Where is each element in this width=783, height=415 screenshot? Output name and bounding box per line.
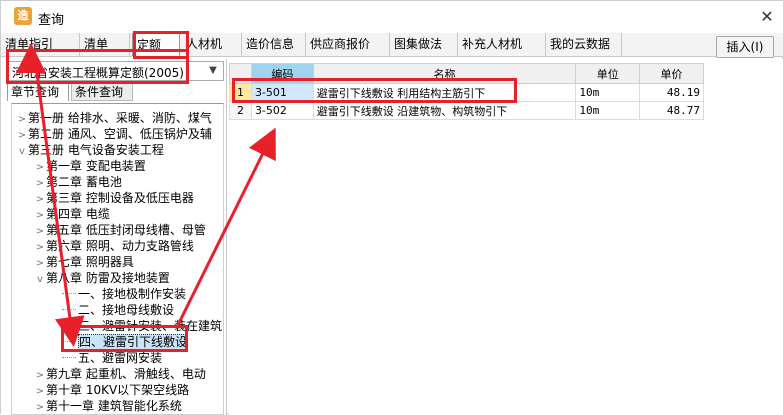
tree-item[interactable]: > 第四章 电缆 [34,206,110,222]
row-name[interactable]: 避雷引下线敷设 利用结构主筋引下 [312,83,577,102]
tab-condition-query[interactable]: 条件查询 [71,83,133,101]
tab-supplement-material[interactable]: 补充人材机 [458,33,546,57]
window-title: 查询 [38,13,65,28]
tree-item[interactable]: > 第二册 通风、空调、低压锅炉及辅 [16,126,212,142]
tree-item[interactable]: 三、避雷针安装、装在建筑 [62,318,222,334]
tab-chapter-query[interactable]: 章节查询 [7,83,69,101]
tree-item-selected[interactable]: 四、避雷引下线敷设 [62,334,189,350]
tree-item[interactable]: 二、接地母线敷设 [62,302,174,318]
app-icon: 造 [14,7,32,25]
tree-item[interactable]: > 第三章 控制设备及低压电器 [34,190,194,206]
quota-list-panel: 编码 名称 单位 单价 1 3-501 避雷引下线敷设 利用结构主筋引下 10m… [229,59,783,415]
quota-library-value: 河北省安装工程概算定额(2005) [12,66,184,80]
insert-button[interactable]: 插入(I) [716,36,774,58]
tree-item[interactable]: > 第十章 10KV以下架空线路 [34,382,189,398]
chapter-tree: > 第一册 给排水、采暖、消防、煤气 > 第二册 通风、空调、低压锅炉及辅 v 第三册… [11,103,224,415]
expand-icon[interactable]: > [34,400,46,414]
col-unit-header[interactable]: 单位 [575,63,641,84]
tree-item[interactable]: v 第八章 防雷及接地装置 [34,270,170,286]
row-index: 2 [229,101,252,120]
tree-item[interactable]: > 第七章 照明器具 [34,254,134,270]
title-bar: 造 查询 ✕ [1,1,783,33]
collapse-icon[interactable]: v [34,272,46,288]
tree-item[interactable]: > 第十一章 建筑智能化系统 [34,398,182,414]
tab-quota[interactable]: 定额 [132,33,180,57]
row-name[interactable]: 避雷引下线敷设 沿建筑物、构筑物引下 [312,101,577,120]
tree-item[interactable]: v 第三册 电气设备安装工程 [16,142,164,158]
quota-table: 编码 名称 单位 单价 1 3-501 避雷引下线敷设 利用结构主筋引下 10m… [229,63,704,120]
table-row[interactable]: 2 3-502 避雷引下线敷设 沿建筑物、构筑物引下 10m 48.77 [229,101,704,120]
row-index: 1 [229,83,252,102]
tab-cost-info[interactable]: 造价信息 [242,33,306,57]
row-price[interactable]: 48.77 [639,101,704,120]
tree-item[interactable]: > 第五章 低压封闭母线槽、母管 [34,222,206,238]
row-unit[interactable]: 10m [575,83,641,102]
row-price[interactable]: 48.19 [639,83,704,102]
close-icon[interactable]: ✕ [756,6,778,28]
row-code[interactable]: 3-501 [250,83,314,102]
row-code[interactable]: 3-502 [250,101,314,120]
tab-labor-material-machine[interactable]: 人材机 [182,33,242,57]
tree-item[interactable]: > 第二章 蓄电池 [34,174,122,190]
tab-bill-guide[interactable]: 清单指引 [1,33,80,57]
tree-item[interactable]: > 第一册 给排水、采暖、消防、煤气 [16,110,212,126]
col-price-header[interactable]: 单价 [639,63,704,84]
col-code-header[interactable]: 编码 [250,63,314,84]
table-header-row: 编码 名称 单位 单价 [229,63,704,84]
tab-atlas-method[interactable]: 图集做法 [390,33,458,57]
tree-item[interactable]: 五、避雷网安装 [62,350,162,366]
col-index-header [229,63,252,84]
query-window: 造 查询 ✕ 清单指引 清单 定额 人材机 造价信息 供应商报价 图集做法 补充… [0,0,783,415]
tree-item[interactable]: 一、接地极制作安装 [62,286,186,302]
left-panel: 河北省安装工程概算定额(2005) ▼ 章节查询 条件查询 > 第一册 给排水、采… [1,59,227,415]
collapse-icon[interactable]: v [16,144,28,160]
subtab-strip: 章节查询 条件查询 [7,83,224,101]
chevron-down-icon[interactable]: ▼ [205,62,221,80]
table-row[interactable]: 1 3-501 避雷引下线敷设 利用结构主筋引下 10m 48.19 [229,83,704,102]
row-unit[interactable]: 10m [575,101,641,120]
tab-bill[interactable]: 清单 [80,33,130,57]
col-name-header[interactable]: 名称 [312,63,577,84]
quota-library-select[interactable]: 河北省安装工程概算定额(2005) ▼ [7,61,224,81]
tab-my-cloud-data[interactable]: 我的云数据 [546,33,622,57]
tab-supplier-quote[interactable]: 供应商报价 [306,33,390,57]
tab-strip: 清单指引 清单 定额 人材机 造价信息 供应商报价 图集做法 补充人材机 我的云… [1,33,783,58]
tree-item[interactable]: > 第一章 变配电装置 [34,158,146,174]
tree-item[interactable]: > 第六章 照明、动力支路管线 [34,238,194,254]
tree-item[interactable]: > 第九章 起重机、滑触线、电动 [34,366,206,382]
